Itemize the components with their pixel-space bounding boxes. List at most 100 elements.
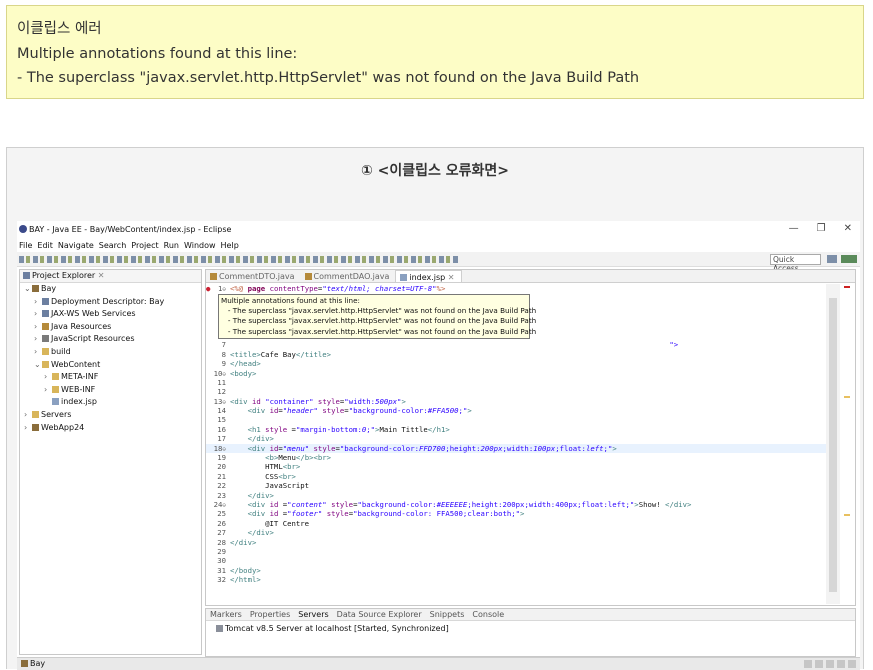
expand-arrow-icon[interactable]: › [44,371,52,384]
code-line[interactable]: 9 </head> [206,359,826,368]
menu-run[interactable]: Run [164,239,179,252]
tree-item[interactable]: › Servers [20,409,201,422]
fold-icon[interactable]: ⊖ [222,399,226,406]
tree-item[interactable]: › META-INF [20,371,201,384]
menu-navigate[interactable]: Navigate [58,239,94,252]
code-line[interactable]: 11 [206,378,826,387]
code-line[interactable]: 22 JavaScript [206,481,826,490]
bottom-tab[interactable]: Properties [250,609,290,620]
expand-arrow-icon[interactable]: › [34,296,42,309]
expand-arrow-icon[interactable]: › [44,384,52,397]
menu-edit[interactable]: Edit [37,239,53,252]
warning-marker-icon[interactable] [844,514,850,516]
expand-arrow-icon[interactable]: ⌄ [34,359,42,372]
code-line[interactable]: ● 1⊖ <%@ page contentType="text/html; char… [206,284,826,293]
code-line[interactable]: 24⊖ <div id ="content" style="background… [206,500,826,509]
expand-arrow-icon[interactable]: ⌄ [24,283,32,296]
editor-tab[interactable]: index.jsp ✕ [395,270,462,282]
code-line[interactable]: 8 <title>Cafe Bay</title> [206,350,826,359]
scrollbar-thumb[interactable] [829,298,837,592]
code-line[interactable]: 15 [206,415,826,424]
fold-icon[interactable]: ⊖ [222,371,226,378]
expand-arrow-icon[interactable]: › [34,333,42,346]
code-line[interactable]: 20 HTML<br> [206,462,826,471]
tree-item[interactable]: › Deployment Descriptor: Bay [20,296,201,309]
code-line[interactable]: 12 [206,387,826,396]
code-line[interactable]: 28 </div> [206,538,826,547]
editor-tab[interactable]: CommentDAO.java [301,270,396,282]
close-button[interactable]: ✕ [844,223,852,234]
code-line[interactable]: 14 <div id="header" style="background-co… [206,406,826,415]
code-line[interactable]: 30 [206,556,826,565]
tree-item[interactable]: index.jsp [20,396,201,409]
menu-search[interactable]: Search [99,239,126,252]
project-explorer-tab[interactable]: Project Explorer ✕ [20,270,201,283]
line-number: 16 [206,425,228,434]
fold-icon[interactable]: ⊖ [222,502,226,509]
code-text: <div id ="footer" style="background-colo… [247,509,525,519]
fold-icon[interactable]: ⊖ [222,286,226,293]
quick-access-input[interactable]: Quick Access [770,254,821,273]
menu-help[interactable]: Help [221,239,239,252]
restore-button[interactable]: ❐ [817,223,826,234]
code-line[interactable]: 32 </html> [206,575,826,584]
code-line[interactable]: 25 <div id ="footer" style="background-c… [206,509,826,518]
expand-arrow-icon[interactable]: › [34,308,42,321]
bottom-tab[interactable]: Snippets [430,609,465,620]
error-icon[interactable]: ● [206,284,210,293]
line-number: 7 [206,340,228,349]
code-line[interactable]: 16 <h1 style ="margin-bottom:0;">Main Ti… [206,425,826,434]
editor-tab[interactable]: CommentDTO.java [206,270,301,282]
code-line[interactable]: 26 @IT Centre [206,519,826,528]
line-number: 21 [206,472,228,481]
close-tab-icon[interactable]: ✕ [98,271,105,280]
perspective-switcher-icon[interactable] [827,255,857,263]
close-tab-icon[interactable]: ✕ [445,273,455,282]
vertical-scrollbar[interactable] [826,284,840,604]
menu-window[interactable]: Window [184,239,216,252]
line-number: 32 [206,575,228,584]
code-line[interactable]: 17 </div> [206,434,826,443]
code-line[interactable]: 7 "> [206,340,826,349]
tree-item[interactable]: › Java Resources [20,321,201,334]
toolbar-icons[interactable] [19,256,459,263]
code-line[interactable]: 27 </div> [206,528,826,537]
expand-arrow-icon[interactable]: › [34,346,42,359]
bottom-tab[interactable]: Servers [298,609,328,620]
code-line[interactable]: 23 </div> [206,491,826,500]
server-row[interactable]: Tomcat v8.5 Server at localhost [Started… [206,621,855,633]
tree-item[interactable]: › build [20,346,201,359]
code-line[interactable]: 29 [206,547,826,556]
bottom-tab[interactable]: Markers [210,609,242,620]
tree-item[interactable]: › WEB-INF [20,384,201,397]
tree-item-label: Bay [41,284,57,293]
tree-item[interactable]: ⌄ Bay [20,283,201,296]
expand-arrow-icon[interactable]: › [24,409,32,422]
tree-item[interactable]: › JAX-WS Web Services [20,308,201,321]
file-icon [52,385,59,393]
code-line[interactable]: 18⊖ <div id="menu" style="background-col… [206,443,826,454]
menu-project[interactable]: Project [131,239,158,252]
code-line[interactable]: 10⊖ <body> [206,369,826,378]
expand-arrow-icon[interactable]: › [34,321,42,334]
expand-arrow-icon[interactable]: › [24,422,32,435]
bottom-panel: Markers Properties Servers Data Source Expl… [205,608,856,657]
menu-file[interactable]: File [19,239,32,252]
tree-item[interactable]: ⌄ WebContent [20,359,201,372]
tree-item[interactable]: › WebApp24 [20,422,201,435]
tree-item[interactable]: › JavaScript Resources [20,333,201,346]
error-marker-icon[interactable] [844,286,850,288]
code-line[interactable]: 13⊖ <div id "container" style="width:500p… [206,397,826,406]
file-icon [400,274,408,281]
code-line[interactable]: 31 </body> [206,566,826,575]
minimize-button[interactable]: — [789,223,799,234]
warning-marker-icon[interactable] [844,396,850,398]
bottom-tab[interactable]: Data Source Explorer [337,609,422,620]
file-icon [42,322,49,330]
code-line[interactable]: 21 CSS<br> [206,472,826,481]
bottom-tab[interactable]: Console [472,609,504,620]
window-titlebar: BAY - Java EE - Bay/WebContent/index.jsp… [17,221,860,239]
fold-icon[interactable]: ⊖ [222,446,226,453]
editor-tab-label: index.jsp [409,273,446,282]
code-line[interactable]: 19 <b>Menu</b><br> [206,453,826,462]
